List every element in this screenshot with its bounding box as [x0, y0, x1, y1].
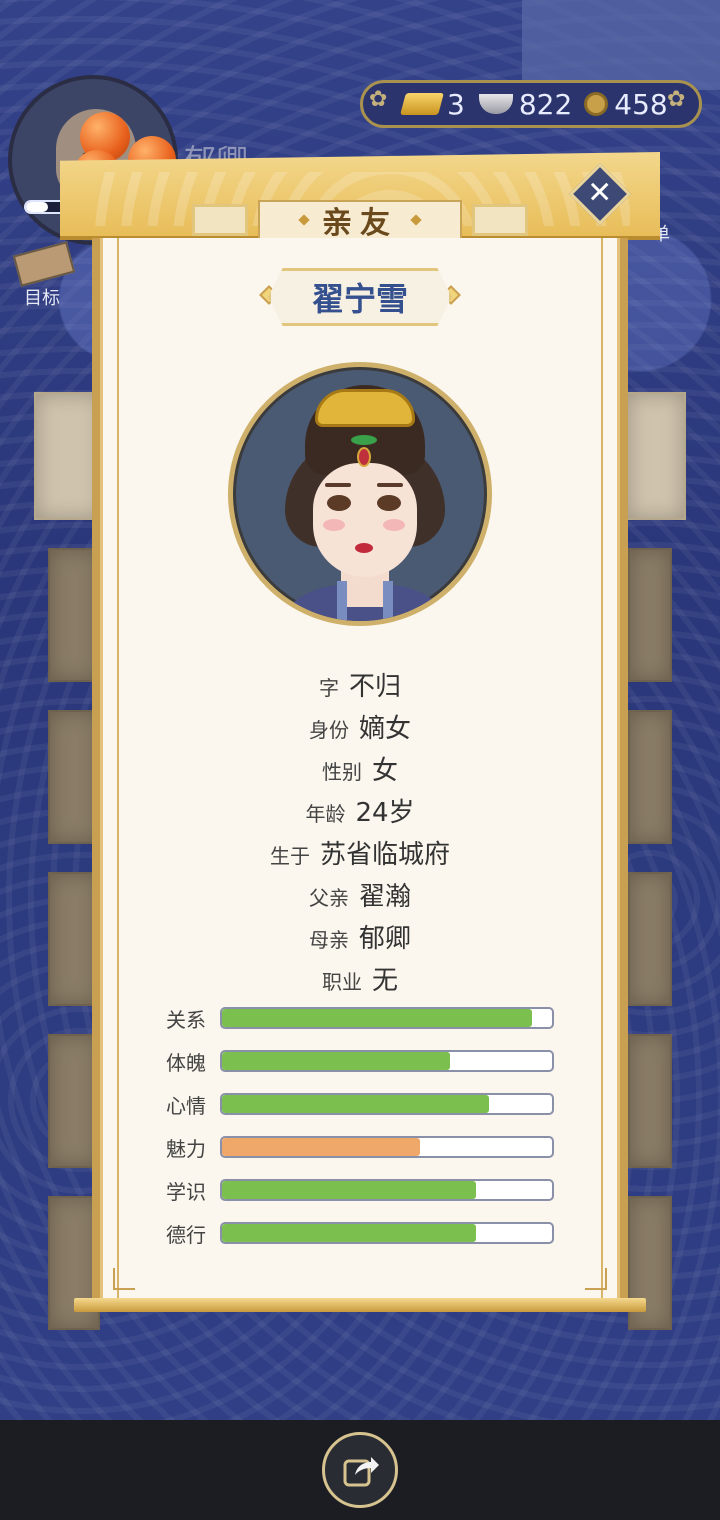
diamond-ornament-icon — [410, 214, 422, 226]
stat-relationship: 关系 — [166, 1006, 554, 1032]
dialog-title: 亲友 — [322, 206, 398, 241]
background-card — [628, 872, 672, 1006]
header-ornament — [192, 204, 248, 236]
info-father: 父亲 翟瀚 — [308, 882, 411, 912]
stat-knowledge: 学识 — [166, 1178, 554, 1204]
share-button[interactable] — [322, 1432, 398, 1508]
info-age: 年龄 24岁 — [305, 798, 415, 828]
gold-amount: 3 — [447, 87, 465, 121]
header-ornament — [472, 204, 528, 236]
relative-portrait — [228, 362, 492, 626]
background-card — [626, 392, 686, 520]
background-panel — [522, 0, 720, 90]
share-icon — [343, 1457, 379, 1487]
gold-ingot-icon — [400, 93, 444, 115]
bamboo-icon: ✿ — [667, 87, 686, 112]
stat-bar — [220, 1222, 554, 1244]
stat-bar — [220, 1093, 554, 1115]
copper-amount: 458 — [614, 87, 668, 121]
bamboo-icon: ✿ — [369, 87, 388, 112]
stat-bar — [220, 1007, 554, 1029]
info-birthplace: 生于 苏省临城府 — [269, 840, 450, 870]
stat-bar — [220, 1050, 554, 1072]
copper-coin-icon — [584, 92, 609, 116]
info-mother: 母亲 郁卿 — [308, 924, 411, 954]
currency-bar: ✿ 3 822 458 ✿ — [360, 80, 702, 128]
background-card — [628, 710, 672, 844]
info-courtesy-name: 字不归 — [318, 672, 401, 702]
stat-physique: 体魄 — [166, 1049, 554, 1075]
info-gender: 性别女 — [321, 756, 398, 786]
corner-ornament — [113, 1268, 135, 1290]
relative-name: 翟宁雪 — [311, 280, 408, 318]
silver-ingot-icon — [478, 94, 513, 114]
info-status: 身份 嫡女 — [308, 714, 411, 744]
silver-amount: 822 — [518, 87, 573, 121]
close-icon: ✕ — [587, 175, 613, 211]
hair-ornament-icon — [315, 389, 415, 427]
dialog-bottom-rod — [74, 1298, 646, 1312]
stat-bar — [220, 1179, 554, 1201]
stat-bar — [220, 1136, 554, 1158]
info-occupation: 职业无 — [321, 966, 398, 996]
background-card — [628, 548, 672, 682]
dialog-title-box: 亲友 — [258, 200, 462, 241]
background-card — [628, 1034, 672, 1168]
name-tag: 翟宁雪 — [268, 268, 452, 326]
corner-ornament — [585, 1268, 607, 1290]
stat-charm: 魅力 — [166, 1135, 554, 1161]
stat-virtue: 德行 — [166, 1221, 554, 1247]
stat-mood: 心情 — [166, 1092, 554, 1118]
goal-label: 目标 — [24, 288, 60, 309]
diamond-ornament-icon — [298, 214, 310, 226]
